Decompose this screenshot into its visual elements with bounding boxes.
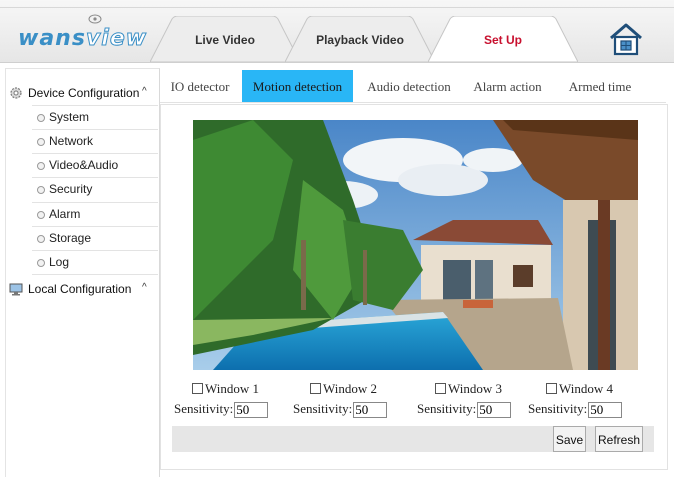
nav-tab-setup[interactable]: Set Up (428, 16, 578, 62)
sensitivity-label: Sensitivity: (293, 401, 353, 416)
sidebar-item-label: Video&Audio (49, 158, 119, 172)
nav-tab-live-video[interactable]: Live Video (150, 16, 300, 62)
window-label: Window 2 (323, 381, 377, 396)
monitor-icon (9, 283, 23, 296)
checkbox-box[interactable] (546, 383, 557, 394)
sidebar-item-network[interactable]: Network (32, 129, 158, 153)
tab-io-detector[interactable]: IO detector (160, 70, 240, 102)
checkbox-box[interactable] (192, 383, 203, 394)
sidebar-item-video-audio[interactable]: Video&Audio (32, 153, 158, 177)
nav-tab-label: Live Video (195, 33, 255, 47)
tab-armed-time[interactable]: Armed time (558, 70, 642, 102)
sidebar-group-label: Local Configuration (28, 282, 132, 296)
window-1-sensitivity: Sensitivity: (174, 401, 269, 418)
main-nav: Live Video Playback Video Set Up (150, 16, 580, 62)
sensitivity-label: Sensitivity: (528, 401, 588, 416)
refresh-button[interactable]: Refresh (595, 426, 643, 452)
logo-text-a: wans (18, 26, 86, 51)
tab-audio-detection[interactable]: Audio detection (360, 70, 458, 102)
sidebar-item-label: Network (49, 134, 94, 148)
sidebar-item-label: Log (49, 255, 70, 269)
window-4-sensitivity: Sensitivity: (528, 401, 623, 418)
header-divider (0, 7, 674, 8)
bullet-icon (37, 259, 45, 267)
sidebar-item-label: System (49, 110, 90, 124)
sidebar-item-security[interactable]: Security (32, 177, 158, 201)
home-icon[interactable] (609, 22, 643, 56)
bullet-icon (37, 211, 45, 219)
camera-preview[interactable] (193, 120, 638, 370)
tab-motion-detection[interactable]: Motion detection (242, 70, 353, 102)
sidebar-item-system[interactable]: System (32, 105, 158, 129)
nav-tab-label: Playback Video (316, 33, 404, 47)
sensitivity-label: Sensitivity: (417, 401, 477, 416)
sensitivity-input-4[interactable] (588, 402, 623, 418)
sidebar-item-label: Storage (49, 231, 92, 245)
gear-icon (10, 87, 22, 99)
nav-tab-label: Set Up (483, 33, 522, 47)
checkbox-box[interactable] (435, 383, 446, 394)
tab-alarm-action[interactable]: Alarm action (465, 70, 550, 102)
app-header: wansview Live Video Playback Video Set U… (0, 0, 674, 63)
sidebar-item-storage[interactable]: Storage (32, 226, 158, 250)
bullet-icon (37, 235, 45, 243)
bullet-icon (37, 138, 45, 146)
bullet-icon (37, 186, 45, 194)
sidebar-group-local-configuration[interactable]: Local Configuration ^ (6, 277, 159, 301)
sidebar-item-log[interactable]: Log (32, 250, 158, 275)
window-1-checkbox[interactable]: Window 1 (192, 381, 259, 397)
sidebar-item-label: Security (49, 182, 93, 196)
sensitivity-label: Sensitivity: (174, 401, 234, 416)
collapse-caret-icon[interactable]: ^ (142, 282, 147, 293)
sidebar-group-label: Device Configuration (28, 86, 140, 100)
window-2-sensitivity: Sensitivity: (293, 401, 388, 418)
save-button[interactable]: Save (553, 426, 586, 452)
collapse-caret-icon[interactable]: ^ (142, 86, 147, 97)
bullet-icon (37, 114, 45, 122)
logo-eye-icon (88, 14, 102, 24)
window-4-checkbox[interactable]: Window 4 (546, 381, 613, 397)
detection-subtabs: IO detector Motion detection Audio detec… (160, 70, 666, 103)
nav-tab-playback-video[interactable]: Playback Video (285, 16, 435, 62)
sidebar-item-label: Alarm (49, 207, 81, 221)
brand-logo: wansview (18, 26, 148, 52)
window-3-sensitivity: Sensitivity: (417, 401, 512, 418)
sidebar-item-alarm[interactable]: Alarm (32, 202, 158, 226)
window-3-checkbox[interactable]: Window 3 (435, 381, 502, 397)
window-label: Window 4 (559, 381, 613, 396)
sensitivity-input-2[interactable] (353, 402, 388, 418)
logo-text-b: view (85, 26, 148, 52)
checkbox-box[interactable] (310, 383, 321, 394)
sensitivity-input-1[interactable] (234, 402, 269, 418)
sidebar-group-device-configuration[interactable]: Device Configuration ^ (6, 81, 159, 105)
bullet-icon (37, 162, 45, 170)
window-label: Window 3 (448, 381, 502, 396)
window-2-checkbox[interactable]: Window 2 (310, 381, 377, 397)
window-label: Window 1 (205, 381, 259, 396)
settings-sidebar: Device Configuration ^ System Network Vi… (5, 68, 160, 477)
sensitivity-input-3[interactable] (477, 402, 512, 418)
